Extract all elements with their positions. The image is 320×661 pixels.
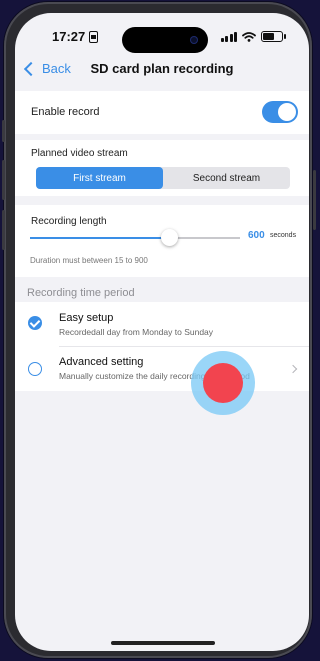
phone-screen: 17:27 Back SD card plan recording Enable… <box>15 13 309 651</box>
recording-length-value: 600 <box>248 230 265 241</box>
recording-length-slider[interactable] <box>30 229 240 246</box>
time-period-card: Easy setup Recordedall day from Monday t… <box>15 302 309 391</box>
battery-icon <box>261 31 286 42</box>
stream-segmented-control: First stream Second stream <box>36 167 290 189</box>
easy-setup-option[interactable]: Easy setup Recordedall day from Monday t… <box>15 302 309 346</box>
page-title: SD card plan recording <box>90 61 234 76</box>
navigation-bar: Back SD card plan recording <box>15 57 309 87</box>
status-indicators <box>220 31 286 42</box>
toggle-knob <box>278 103 296 121</box>
status-time: 17:27 <box>52 29 86 44</box>
radio-unchecked-icon <box>28 362 42 376</box>
phone-side-button <box>2 160 5 200</box>
slider-fill <box>30 237 169 239</box>
easy-setup-subtitle: Recordedall day from Monday to Sunday <box>59 327 214 337</box>
enable-record-row: Enable record <box>15 91 309 134</box>
recording-length-label: Recording length <box>31 216 107 227</box>
video-stream-label: Planned video stream <box>31 148 128 159</box>
easy-setup-title: Easy setup <box>59 312 114 324</box>
status-time-group: 17:27 <box>52 29 99 44</box>
phone-side-button <box>2 120 5 142</box>
duration-hint: Duration must between 15 to 900 <box>30 256 148 265</box>
recording-length-card: Recording length 600 seconds Duration mu… <box>15 205 309 277</box>
touch-point <box>203 363 243 403</box>
first-stream-option[interactable]: First stream <box>36 167 163 189</box>
cellular-signal-icon <box>220 31 237 42</box>
touch-indicator <box>191 351 255 415</box>
advanced-setting-option[interactable]: Advanced setting Manually customize the … <box>15 347 309 391</box>
recording-length-unit: seconds <box>270 232 297 239</box>
enable-record-label: Enable record <box>31 106 100 118</box>
advanced-setting-title: Advanced setting <box>59 356 144 368</box>
phone-side-button <box>2 210 5 250</box>
enable-record-toggle[interactable] <box>262 101 298 123</box>
camera-icon <box>190 36 198 44</box>
phone-side-button <box>313 170 316 230</box>
time-period-header: Recording time period <box>27 287 135 299</box>
second-stream-option[interactable]: Second stream <box>163 167 290 189</box>
sim-card-icon <box>89 30 99 43</box>
chevron-right-icon <box>288 364 298 374</box>
slider-thumb[interactable] <box>160 229 178 246</box>
video-stream-card: Planned video stream First stream Second… <box>15 140 309 196</box>
dynamic-island <box>122 27 208 53</box>
wifi-icon <box>242 31 256 42</box>
checkmark-icon <box>28 316 42 330</box>
home-indicator <box>111 641 215 645</box>
